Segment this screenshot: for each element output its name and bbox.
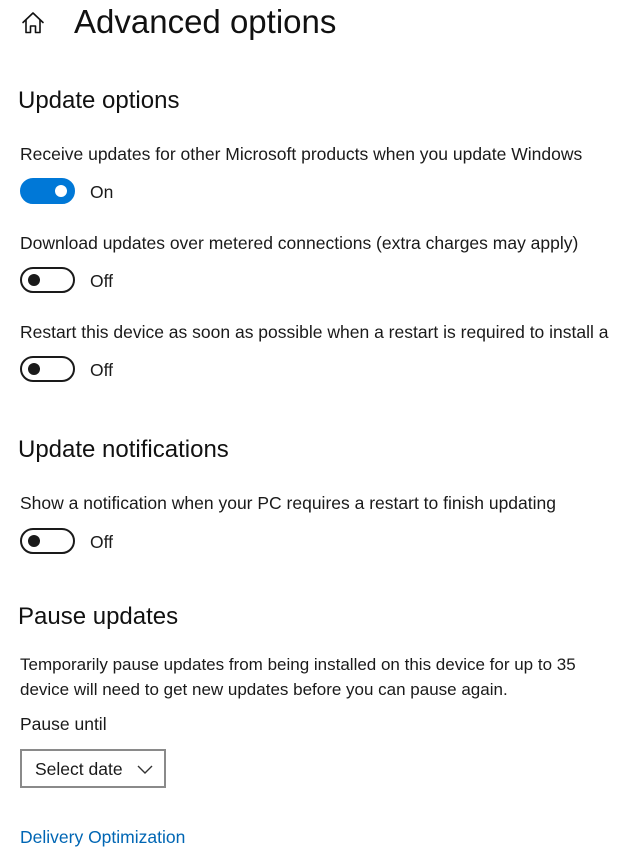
- section-title-update-options: Update options: [18, 87, 180, 114]
- page-title: Advanced options: [74, 3, 337, 40]
- delivery-optimization-link[interactable]: Delivery Optimization: [20, 825, 185, 849]
- setting-label-receive-other-updates: Receive updates for other Microsoft prod…: [20, 144, 583, 164]
- pause-until-date-select[interactable]: Select date: [20, 749, 166, 788]
- toggle-state-metered-connections: Off: [90, 271, 114, 291]
- pause-updates-description-line-2: device will need to get new updates befo…: [20, 680, 508, 699]
- toggle-receive-other-updates[interactable]: [20, 178, 75, 204]
- toggle-state-restart-notification: Off: [90, 532, 114, 552]
- toggle-state-restart-asap: Off: [90, 360, 114, 380]
- home-icon[interactable]: [19, 9, 47, 37]
- toggle-knob: [28, 274, 40, 286]
- toggle-knob: [28, 363, 40, 375]
- toggle-state-receive-other-updates: On: [90, 182, 114, 202]
- toggle-restart-notification[interactable]: [20, 528, 75, 554]
- select-date-value: Select date: [35, 759, 123, 779]
- toggle-knob: [28, 535, 40, 547]
- toggle-restart-asap[interactable]: [20, 356, 75, 382]
- section-title-pause-updates: Pause updates: [18, 603, 179, 630]
- pause-until-label: Pause until: [20, 714, 107, 734]
- pause-updates-description: Temporarily pause updates from being ins…: [20, 652, 633, 702]
- setting-label-restart-asap: Restart this device as soon as possible …: [20, 322, 609, 342]
- pause-updates-description-line-1: Temporarily pause updates from being ins…: [20, 655, 576, 674]
- chevron-down-icon: [137, 765, 153, 774]
- toggle-knob: [55, 185, 67, 197]
- toggle-metered-connections[interactable]: [20, 267, 75, 293]
- setting-label-restart-notification: Show a notification when your PC require…: [20, 493, 556, 513]
- section-title-update-notifications: Update notifications: [18, 436, 229, 463]
- page-header: Advanced options: [0, 0, 633, 48]
- setting-label-metered-connections: Download updates over metered connection…: [20, 233, 579, 253]
